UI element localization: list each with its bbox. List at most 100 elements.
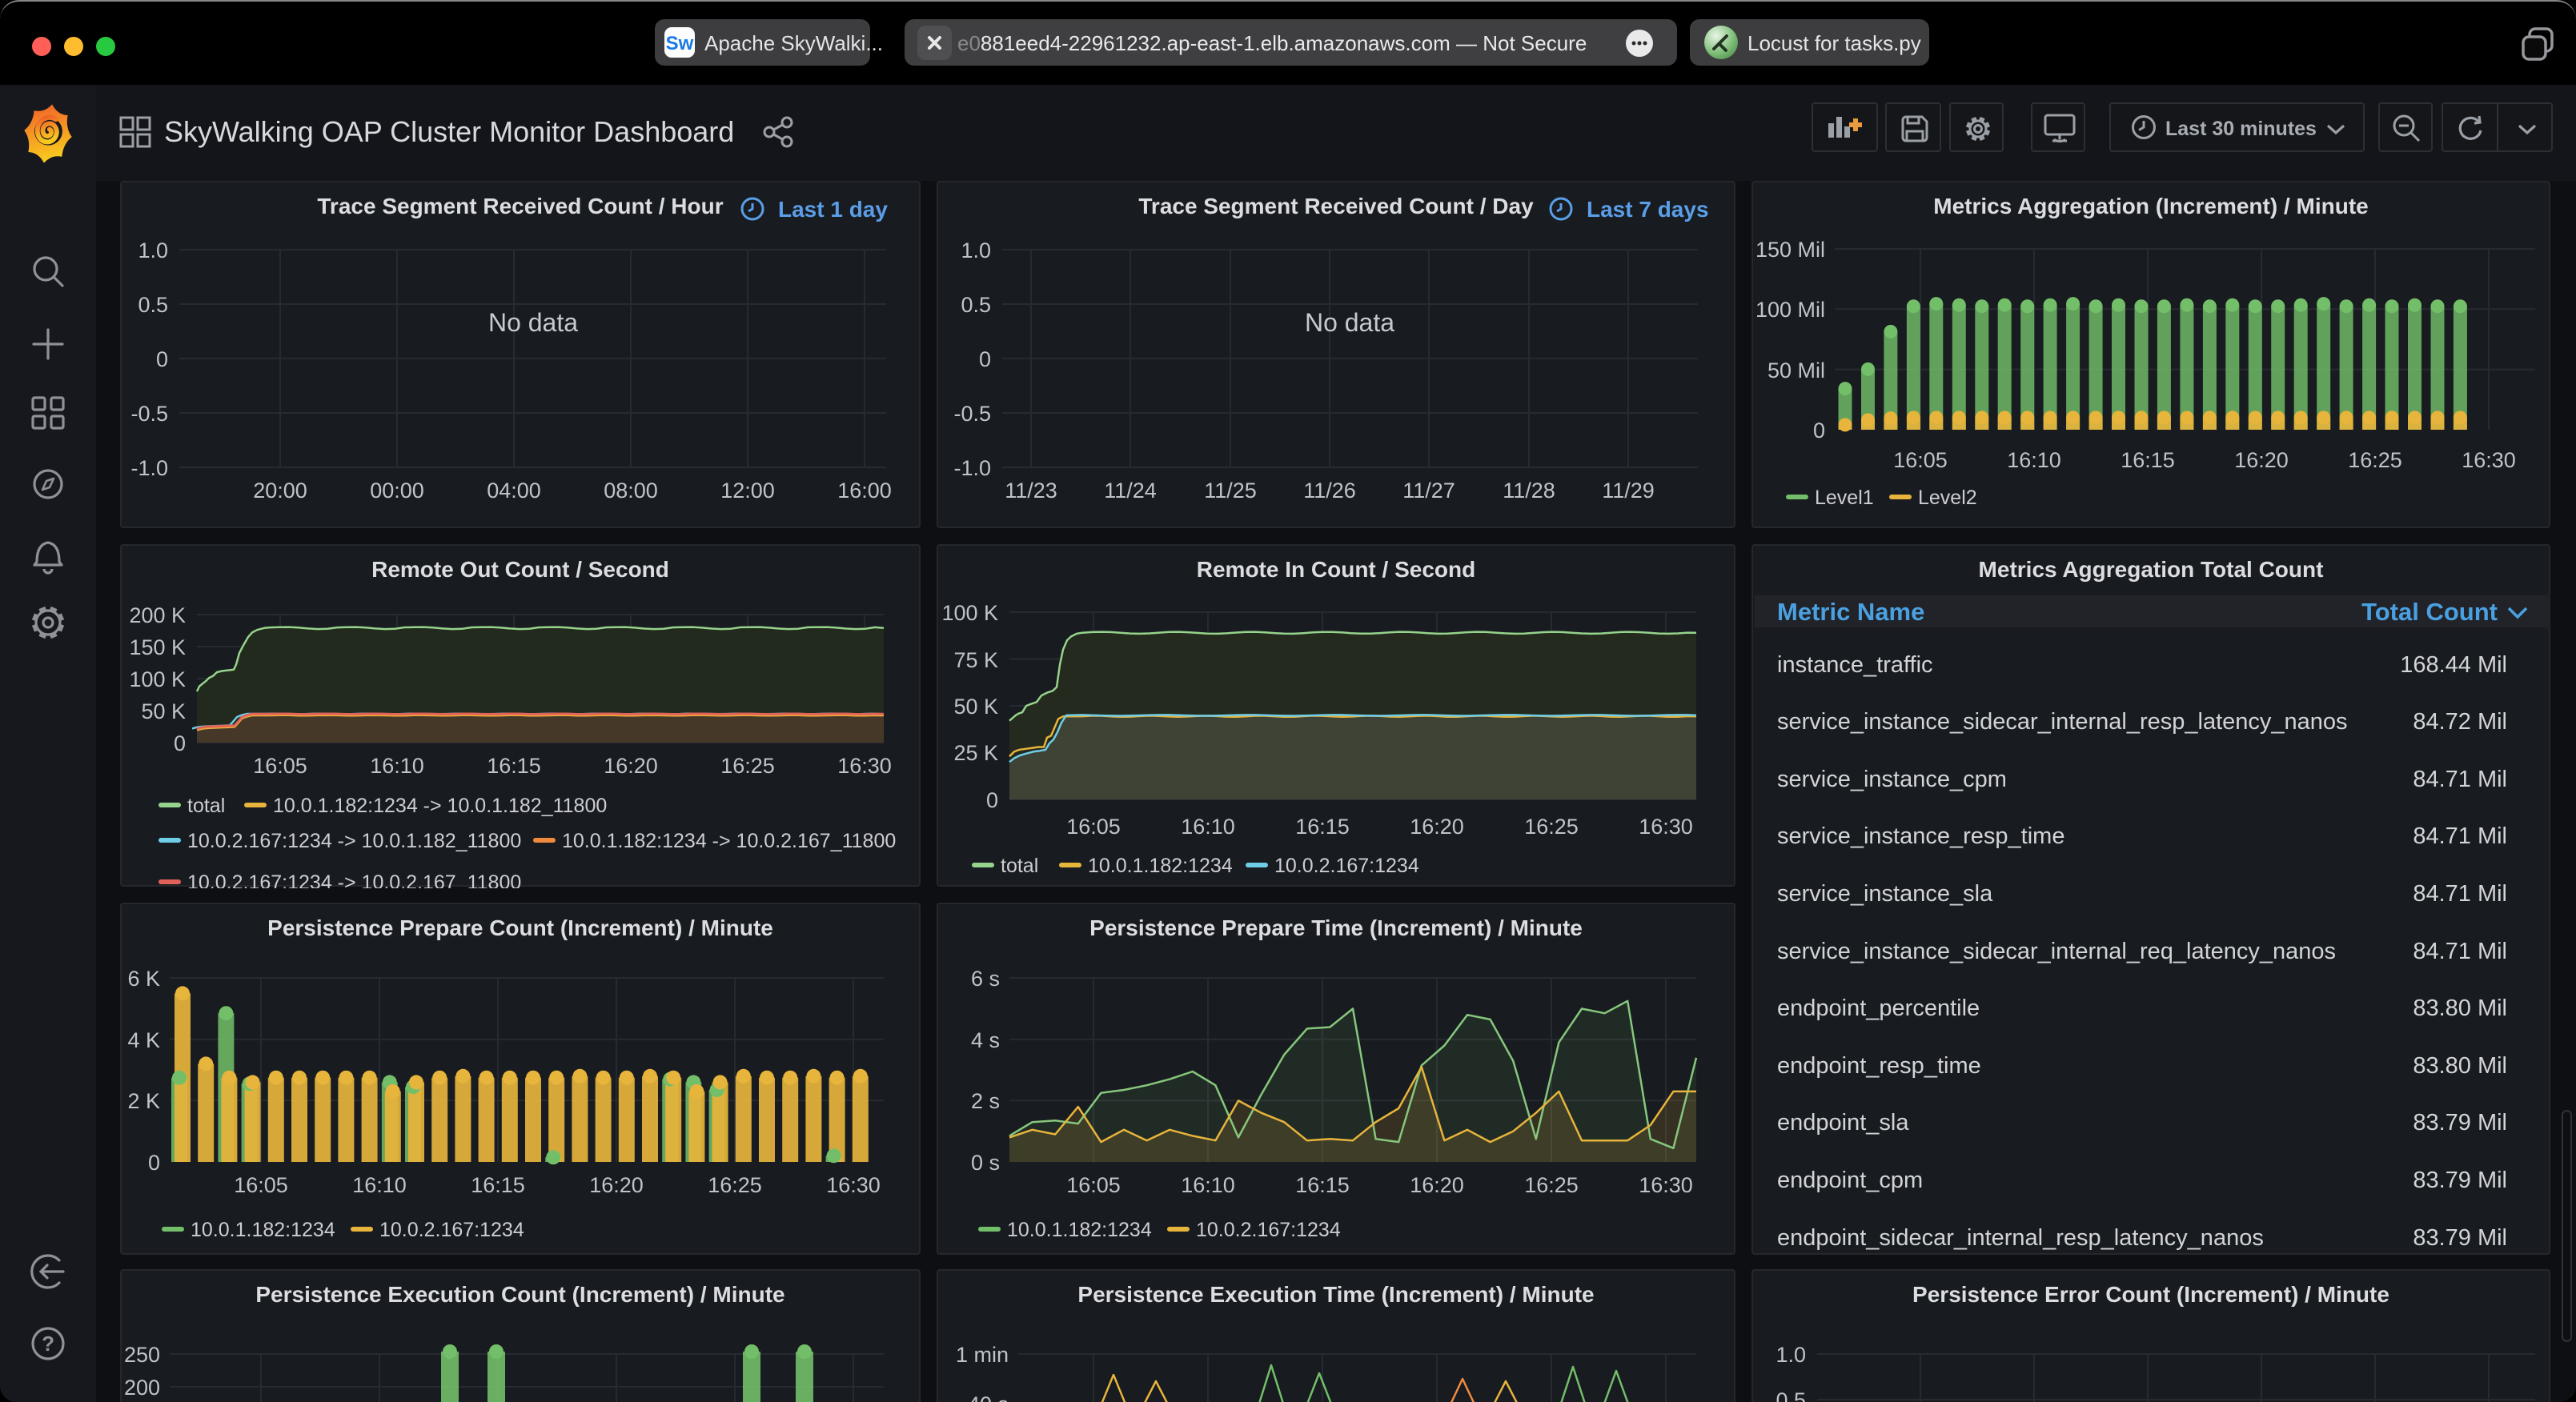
svg-text:?: ? bbox=[42, 1332, 54, 1356]
svg-text:83.80 Mil: 83.80 Mil bbox=[2413, 1053, 2507, 1079]
svg-text:16:10: 16:10 bbox=[2007, 448, 2061, 472]
svg-text:84.72 Mil: 84.72 Mil bbox=[2413, 709, 2507, 735]
svg-text:0.5: 0.5 bbox=[961, 293, 991, 317]
svg-text:service_instance_resp_time: service_instance_resp_time bbox=[1777, 823, 2064, 849]
svg-text:4 s: 4 s bbox=[971, 1028, 1000, 1052]
svg-text:-1.0: -1.0 bbox=[130, 456, 168, 480]
svg-text:50 Mil: 50 Mil bbox=[1767, 359, 1825, 383]
svg-text:16:15: 16:15 bbox=[1295, 1173, 1350, 1197]
svg-text:150 K: 150 K bbox=[129, 635, 186, 659]
svg-text:11/28: 11/28 bbox=[1503, 479, 1555, 503]
svg-text:11/24: 11/24 bbox=[1104, 479, 1157, 503]
svg-text:16:10: 16:10 bbox=[370, 754, 424, 778]
svg-text:250: 250 bbox=[124, 1343, 160, 1367]
svg-text:Sw: Sw bbox=[666, 33, 694, 54]
svg-text:100 K: 100 K bbox=[941, 601, 998, 625]
svg-text:16:30: 16:30 bbox=[1639, 1173, 1693, 1197]
svg-text:0 s: 0 s bbox=[971, 1151, 1000, 1175]
svg-text:16:10: 16:10 bbox=[1181, 815, 1235, 839]
svg-text:16:25: 16:25 bbox=[720, 754, 775, 778]
svg-text:endpoint_resp_time: endpoint_resp_time bbox=[1777, 1053, 1981, 1079]
svg-text:16:25: 16:25 bbox=[1524, 1173, 1579, 1197]
svg-text:1.0: 1.0 bbox=[961, 238, 991, 262]
svg-text:16:15: 16:15 bbox=[471, 1173, 525, 1197]
svg-text:service_instance_sidecar_inter: service_instance_sidecar_internal_req_la… bbox=[1777, 939, 2336, 964]
svg-text:16:05: 16:05 bbox=[234, 1173, 288, 1197]
svg-text:No data: No data bbox=[1305, 308, 1394, 337]
svg-text:50 K: 50 K bbox=[953, 695, 998, 719]
svg-text:04:00: 04:00 bbox=[487, 479, 541, 503]
svg-text:16:30: 16:30 bbox=[837, 754, 892, 778]
svg-text:-0.5: -0.5 bbox=[953, 402, 991, 426]
svg-text:84.71 Mil: 84.71 Mil bbox=[2413, 767, 2507, 792]
svg-text:service_instance_sidecar_inter: service_instance_sidecar_internal_resp_l… bbox=[1777, 709, 2348, 735]
svg-text:10.0.1.182:1234: 10.0.1.182:1234 bbox=[1088, 855, 1233, 877]
svg-text:service_instance_sla: service_instance_sla bbox=[1777, 881, 1993, 907]
svg-text:11/25: 11/25 bbox=[1204, 479, 1257, 503]
svg-text:endpoint_sla: endpoint_sla bbox=[1777, 1110, 1909, 1136]
svg-text:11/23: 11/23 bbox=[1005, 479, 1057, 503]
svg-text:20:00: 20:00 bbox=[253, 479, 307, 503]
svg-text:83.80 Mil: 83.80 Mil bbox=[2413, 995, 2507, 1021]
svg-text:11/29: 11/29 bbox=[1602, 479, 1655, 503]
svg-text:16:20: 16:20 bbox=[589, 1173, 644, 1197]
svg-text:6 s: 6 s bbox=[971, 967, 1000, 991]
svg-text:16:10: 16:10 bbox=[1181, 1173, 1235, 1197]
svg-text:83.79 Mil: 83.79 Mil bbox=[2413, 1225, 2507, 1251]
svg-text:16:15: 16:15 bbox=[2121, 448, 2175, 472]
svg-text:-1.0: -1.0 bbox=[953, 456, 991, 480]
svg-text:instance_traffic: instance_traffic bbox=[1777, 652, 1933, 678]
svg-text:10.0.2.167:1234: 10.0.2.167:1234 bbox=[1274, 855, 1419, 877]
svg-text:2 s: 2 s bbox=[971, 1089, 1000, 1113]
svg-text:endpoint_cpm: endpoint_cpm bbox=[1777, 1168, 1923, 1193]
svg-text:Total Count: Total Count bbox=[2361, 598, 2498, 626]
svg-text:-0.5: -0.5 bbox=[130, 402, 168, 426]
svg-text:16:30: 16:30 bbox=[2462, 448, 2516, 472]
svg-text:16:20: 16:20 bbox=[1410, 1173, 1464, 1197]
svg-text:16:20: 16:20 bbox=[1410, 815, 1464, 839]
svg-text:10.0.2.167:1234: 10.0.2.167:1234 bbox=[1196, 1219, 1341, 1241]
svg-text:16:25: 16:25 bbox=[2348, 448, 2402, 472]
svg-text:16:30: 16:30 bbox=[1639, 815, 1693, 839]
svg-text:1 min: 1 min bbox=[956, 1343, 1009, 1367]
svg-text:2 K: 2 K bbox=[127, 1089, 160, 1113]
svg-text:83.79 Mil: 83.79 Mil bbox=[2413, 1110, 2507, 1136]
svg-text:service_instance_cpm: service_instance_cpm bbox=[1777, 767, 2007, 792]
svg-text:12:00: 12:00 bbox=[720, 479, 775, 503]
svg-text:84.71 Mil: 84.71 Mil bbox=[2413, 939, 2507, 964]
svg-text:Level1: Level1 bbox=[1815, 487, 1874, 509]
svg-text:0.5: 0.5 bbox=[1776, 1388, 1806, 1402]
svg-text:08:00: 08:00 bbox=[604, 479, 658, 503]
svg-text:total: total bbox=[187, 795, 225, 817]
svg-text:83.79 Mil: 83.79 Mil bbox=[2413, 1168, 2507, 1193]
svg-text:16:05: 16:05 bbox=[1893, 448, 1948, 472]
svg-text:1.0: 1.0 bbox=[1776, 1343, 1806, 1367]
svg-text:16:20: 16:20 bbox=[604, 754, 658, 778]
svg-text:0: 0 bbox=[148, 1151, 160, 1175]
svg-text:16:25: 16:25 bbox=[708, 1173, 762, 1197]
svg-text:16:05: 16:05 bbox=[253, 754, 307, 778]
svg-text:10.0.2.167:1234 -> 10.0.2.167_: 10.0.2.167:1234 -> 10.0.2.167_11800 bbox=[187, 871, 521, 888]
svg-text:100 K: 100 K bbox=[129, 667, 186, 691]
svg-text:16:25: 16:25 bbox=[1524, 815, 1579, 839]
svg-text:endpoint_sidecar_internal_resp: endpoint_sidecar_internal_resp_latency_n… bbox=[1777, 1225, 2264, 1251]
svg-text:150 Mil: 150 Mil bbox=[1755, 238, 1825, 262]
svg-text:16:05: 16:05 bbox=[1066, 1173, 1121, 1197]
svg-text:200: 200 bbox=[124, 1376, 160, 1400]
svg-text:0: 0 bbox=[174, 731, 186, 755]
svg-text:10.0.1.182:1234: 10.0.1.182:1234 bbox=[1007, 1219, 1152, 1241]
svg-text:16:15: 16:15 bbox=[1295, 815, 1350, 839]
svg-text:0.5: 0.5 bbox=[138, 293, 168, 317]
svg-text:Level2: Level2 bbox=[1918, 487, 1977, 509]
svg-text:Last 1 day: Last 1 day bbox=[778, 197, 888, 222]
svg-text:11/26: 11/26 bbox=[1303, 479, 1356, 503]
svg-text:40 s: 40 s bbox=[968, 1392, 1009, 1402]
svg-text:1.0: 1.0 bbox=[138, 238, 168, 262]
svg-text:00:00: 00:00 bbox=[370, 479, 424, 503]
svg-text:Metric Name: Metric Name bbox=[1777, 598, 1924, 626]
svg-text:16:20: 16:20 bbox=[2234, 448, 2289, 472]
svg-text:total: total bbox=[1001, 855, 1038, 877]
svg-text:200 K: 200 K bbox=[129, 603, 186, 627]
svg-text:10.0.2.167:1234: 10.0.2.167:1234 bbox=[379, 1219, 524, 1241]
svg-text:16:10: 16:10 bbox=[352, 1173, 407, 1197]
